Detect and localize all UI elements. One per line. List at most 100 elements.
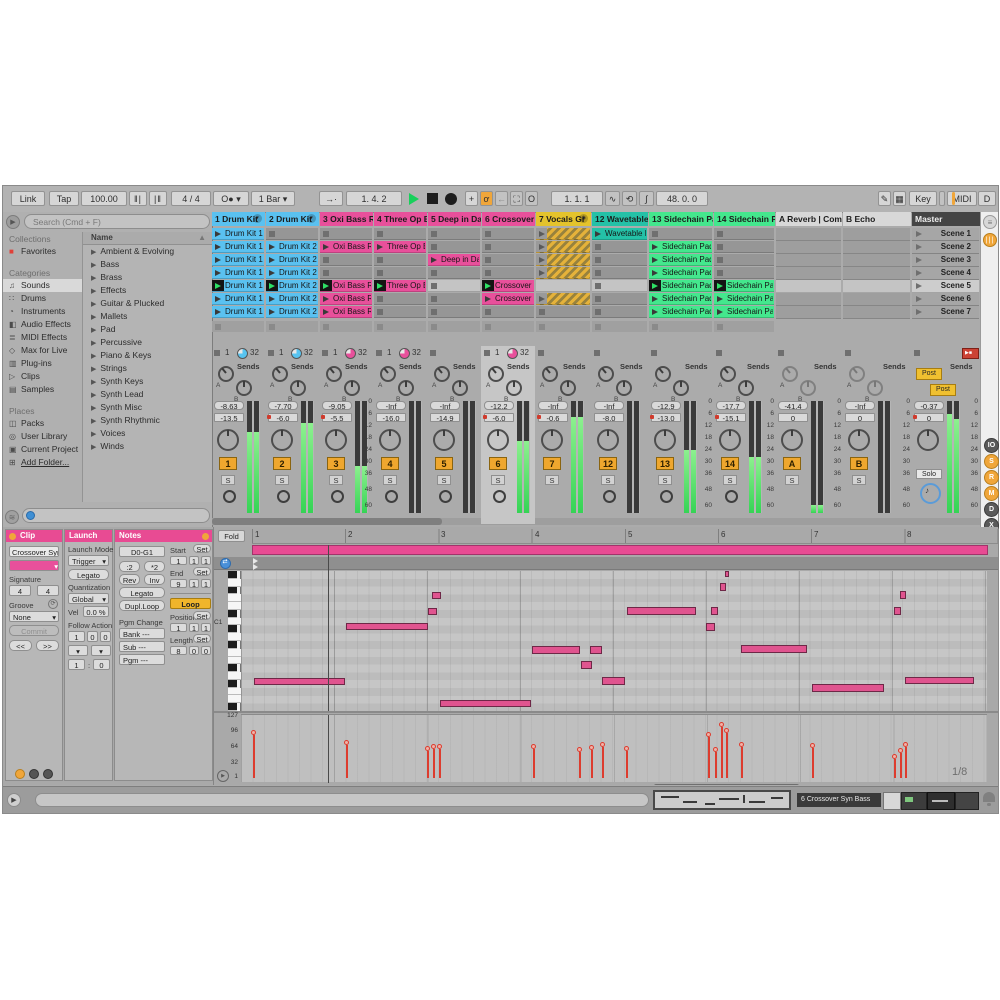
track-activator-button[interactable]: 1: [219, 457, 237, 470]
clip-slot[interactable]: [536, 267, 590, 279]
device-thumbnail[interactable]: [883, 792, 901, 810]
clip-slot[interactable]: Drum Kit 2: [266, 293, 318, 305]
clip-slot[interactable]: [482, 241, 534, 253]
end-16th[interactable]: 1: [201, 579, 211, 588]
clip-play-icon[interactable]: [269, 244, 275, 250]
clip-slot[interactable]: Sidechain Pad: [714, 293, 774, 305]
clip-slot[interactable]: [714, 267, 774, 279]
clip-playing-zone[interactable]: [212, 280, 224, 292]
white-key[interactable]: [228, 594, 241, 602]
position-beat[interactable]: 1: [189, 623, 199, 632]
clip-play-icon[interactable]: [652, 244, 658, 250]
follow-chance-a[interactable]: 1: [68, 659, 85, 670]
arrangement-position-field[interactable]: 1. 4. 2: [346, 191, 402, 206]
overdub-button[interactable]: +: [465, 191, 478, 206]
track-menu-icon[interactable]: ▾: [307, 214, 316, 223]
white-key[interactable]: [228, 649, 241, 657]
velocity-stem[interactable]: [900, 753, 902, 778]
master-pan-knob[interactable]: [917, 429, 939, 451]
group-slot-play-zone[interactable]: [536, 254, 547, 266]
send-a-knob[interactable]: [218, 366, 234, 382]
clip-slot[interactable]: Sidechain Pad: [649, 254, 712, 266]
send-b-knob[interactable]: [398, 380, 414, 396]
duplicate-loop-button[interactable]: Dupl.Loop: [119, 600, 165, 611]
length-beats[interactable]: 0: [189, 646, 199, 655]
key-map-button[interactable]: Key: [909, 191, 937, 206]
clip-slot[interactable]: [536, 241, 590, 253]
white-key[interactable]: [228, 579, 241, 587]
midi-note[interactable]: [706, 623, 715, 631]
group-slot-play-zone[interactable]: [536, 267, 547, 279]
velocity-stem[interactable]: [726, 733, 728, 778]
clip-play-icon[interactable]: [269, 270, 275, 276]
expand-arrow-icon[interactable]: ▶: [91, 340, 96, 347]
track-header-10[interactable]: 14 Sidechain Pad: [714, 212, 775, 226]
track-menu-icon[interactable]: ▾: [253, 214, 262, 223]
clip-slot[interactable]: Wavetable P: [592, 228, 647, 240]
velocity-stem[interactable]: [433, 749, 435, 778]
clip-stop-icon[interactable]: [431, 231, 437, 237]
groove-amount-button[interactable]: O● ▾: [213, 191, 249, 206]
clip-play-icon[interactable]: [215, 231, 221, 237]
clip-slot[interactable]: Sidechain Pad: [714, 280, 774, 292]
clip-slot[interactable]: [592, 267, 647, 279]
expand-arrow-icon[interactable]: ▶: [91, 366, 96, 373]
signature-numerator[interactable]: 4: [9, 585, 31, 596]
master-volume-field[interactable]: -0.37: [914, 401, 944, 410]
clip-slot[interactable]: [592, 293, 647, 305]
position-set-button[interactable]: Set: [193, 611, 211, 620]
midi-note[interactable]: [905, 677, 974, 684]
loop-length-field[interactable]: 48. 0. 0: [656, 191, 708, 206]
clip-slot[interactable]: [592, 254, 647, 266]
arm-button[interactable]: [725, 490, 738, 503]
send-a-knob[interactable]: [326, 366, 342, 382]
length-set-button[interactable]: Set: [193, 634, 211, 643]
velocity-handle[interactable]: [251, 730, 256, 735]
send-b-knob[interactable]: [867, 380, 883, 396]
browser-folder-brass[interactable]: ▶Brass: [83, 271, 212, 284]
expand-arrow-icon[interactable]: ▶: [91, 249, 96, 256]
position-16th[interactable]: 1: [201, 623, 211, 632]
clip-stop-icon[interactable]: [431, 244, 437, 250]
launch-quantization-selector[interactable]: Global▾: [68, 593, 109, 604]
browser-folder-strings[interactable]: ▶Strings: [83, 362, 212, 375]
selected-device-title[interactable]: 6 Crossover Syn Bass: [797, 793, 881, 807]
send-a-knob[interactable]: [598, 366, 614, 382]
midi-note[interactable]: [532, 646, 580, 654]
pan-knob[interactable]: [487, 429, 509, 451]
return-track-header-b[interactable]: B Echo: [843, 212, 911, 226]
name-column-header[interactable]: Name▲: [83, 232, 212, 245]
velocity-stem[interactable]: [905, 747, 907, 778]
notification-bell-icon[interactable]: [983, 792, 995, 802]
velocity-handle[interactable]: [431, 744, 436, 749]
velocity-stem[interactable]: [253, 735, 255, 778]
track-header-9[interactable]: 13 Sidechain Pad: [649, 212, 713, 226]
gain-field[interactable]: 0: [778, 413, 808, 422]
gain-field[interactable]: -16.0: [376, 413, 406, 422]
stop-button[interactable]: [427, 193, 438, 204]
solo-button[interactable]: S: [852, 475, 866, 485]
track-activator-button[interactable]: 4: [381, 457, 399, 470]
clip-stop-icon[interactable]: [431, 270, 437, 276]
arm-button[interactable]: [493, 490, 506, 503]
clip-stop-icon[interactable]: [377, 231, 383, 237]
clip-slot[interactable]: [428, 267, 480, 279]
velocity-handle[interactable]: [531, 744, 536, 749]
sidebar-item-user-library[interactable]: ◎User Library: [3, 430, 82, 443]
group-slot-play-zone[interactable]: [536, 228, 547, 240]
gain-field[interactable]: -14.9: [430, 413, 460, 422]
clip-slot[interactable]: [428, 293, 480, 305]
clip-slot[interactable]: [374, 267, 426, 279]
show-m-section-toggle[interactable]: M: [984, 486, 999, 501]
cue-headphone-button[interactable]: ♪: [920, 483, 941, 504]
commit-button[interactable]: Commit: [9, 625, 59, 636]
track-stop-all-icon[interactable]: [538, 350, 544, 356]
send-b-knob[interactable]: [800, 380, 816, 396]
gain-field[interactable]: -6.0: [484, 413, 514, 422]
clip-stop-icon[interactable]: [377, 309, 383, 315]
track-stop-all-icon[interactable]: [778, 350, 784, 356]
clip-playing-zone[interactable]: [374, 280, 386, 292]
clip-slot[interactable]: Three Op Ba: [374, 280, 426, 292]
clip-playing-icon[interactable]: [215, 283, 221, 289]
pan-knob[interactable]: [781, 429, 803, 451]
